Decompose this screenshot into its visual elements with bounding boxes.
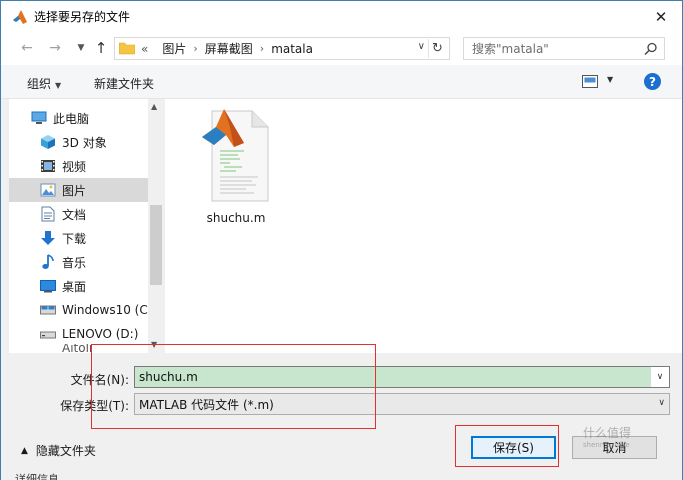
matlab-file-icon [202, 109, 269, 202]
crumb-separator-icon[interactable]: › [193, 42, 197, 55]
help-button[interactable]: ? [644, 73, 661, 90]
computer-icon [31, 110, 47, 126]
pictures-icon [40, 182, 56, 198]
file-item-shuchu[interactable]: shuchu.m [186, 107, 284, 227]
address-dropdown-icon[interactable]: ∨ [418, 41, 425, 52]
nav-item-label: 此电脑 [53, 111, 90, 126]
nav-item-videos[interactable]: 视频 [40, 154, 164, 178]
window-title: 选择要另存的文件 [34, 10, 131, 24]
hide-folders-button[interactable]: ▲ 隐藏文件夹 [21, 442, 96, 459]
nav-item-desktop[interactable]: 桌面 [40, 274, 164, 298]
nav-item-documents[interactable]: 文档 [40, 202, 164, 226]
search-box[interactable]: 搜索"matala" [463, 37, 665, 60]
folder-icon [119, 42, 135, 55]
title-bar: 选择要另存的文件 ✕ [1, 1, 682, 32]
nav-item-music[interactable]: 音乐 [40, 250, 164, 274]
filename-value[interactable]: shuchu.m [139, 370, 198, 384]
breadcrumb-item-screenshots[interactable]: 屏幕截图 [205, 40, 253, 57]
search-icon[interactable] [644, 42, 658, 56]
filetype-value: MATLAB 代码文件 (*.m) [139, 397, 274, 412]
document-icon [40, 206, 56, 222]
file-list-pane: shuchu.m [165, 99, 682, 353]
view-dropdown-icon[interactable]: ▼ [607, 75, 613, 84]
back-button[interactable]: ← [17, 39, 37, 57]
download-icon [40, 230, 56, 246]
crumb-separator-icon[interactable]: › [260, 42, 264, 55]
breadcrumb-overflow[interactable]: « [141, 42, 148, 56]
search-input[interactable]: 搜索"matala" [472, 40, 549, 57]
view-options-icon[interactable] [582, 75, 598, 88]
command-bar: 组织 ▼ 新建文件夹 ▼ ? [1, 65, 682, 99]
navigation-bar: ← → ▼ ↑ « 图片 › 屏幕截图 › matala ∨ ↻ 搜索"mata… [1, 32, 682, 65]
recent-locations-button[interactable]: ▼ [71, 39, 91, 57]
organize-button[interactable]: 组织 ▼ [27, 75, 61, 92]
address-bar[interactable]: « 图片 › 屏幕截图 › matala ∨ ↻ [114, 37, 450, 60]
nav-item-label: 图片 [62, 183, 87, 198]
close-icon: ✕ [654, 8, 668, 26]
new-folder-button[interactable]: 新建文件夹 [94, 75, 154, 92]
drive-d-icon [40, 326, 56, 342]
filetype-select[interactable]: MATLAB 代码文件 (*.m) ∨ [134, 393, 670, 415]
navigation-pane: 此电脑 3D 对象 视频 图片 文档 下载 音乐 桌面 Windows10 (C… [9, 99, 164, 353]
filename-field[interactable]: shuchu.m ∨ [134, 366, 670, 388]
chevron-down-icon: ▼ [77, 43, 85, 53]
scroll-up-icon[interactable]: ▲ [151, 102, 157, 111]
chevron-down-icon: ▼ [55, 81, 62, 90]
nav-item-label: 3D 对象 [62, 135, 107, 150]
nav-item-label: 下载 [62, 231, 87, 246]
save-form: 文件名(N): shuchu.m ∨ 保存类型(T): MATLAB 代码文件 … [1, 353, 682, 480]
filetype-label: 保存类型(T): [60, 399, 129, 413]
watermark: 什么值得 [583, 426, 632, 440]
nav-item-label: Windows10 (C: [62, 303, 152, 317]
file-name: shuchu.m [206, 211, 266, 225]
refresh-icon: ↻ [432, 41, 443, 56]
video-icon [40, 158, 56, 174]
scrollbar-thumb[interactable] [150, 205, 162, 285]
scroll-down-icon[interactable]: ▼ [151, 340, 157, 349]
watermark-sub: shenmezhide [583, 441, 630, 449]
nav-item-3d-objects[interactable]: 3D 对象 [40, 130, 164, 154]
up-button[interactable]: ↑ [91, 39, 111, 57]
nav-item-downloads[interactable]: 下载 [40, 226, 164, 250]
save-dialog: 选择要另存的文件 ✕ ← → ▼ ↑ « 图片 › 屏幕截图 › matala … [0, 0, 683, 480]
refresh-button[interactable]: ↻ [428, 39, 446, 58]
navigation-scrollbar[interactable]: ▲ ▼ [148, 99, 164, 353]
matlab-icon [13, 9, 27, 24]
music-icon [40, 254, 56, 270]
save-button[interactable]: 保存(S) [471, 436, 556, 459]
hide-folders-label: 隐藏文件夹 [35, 444, 96, 458]
filename-label: 文件名(N): [70, 373, 129, 387]
desktop-icon [40, 278, 56, 294]
forward-button[interactable]: → [45, 39, 65, 57]
filename-dropdown-icon[interactable]: ∨ [651, 367, 669, 387]
breadcrumb-item-matala[interactable]: matala [271, 42, 313, 56]
nav-item-this-pc[interactable]: 此电脑 [31, 106, 164, 130]
breadcrumb-item-pictures[interactable]: 图片 [162, 40, 186, 57]
nav-item-label: 音乐 [62, 255, 87, 270]
nav-item-label: 桌面 [62, 279, 87, 294]
nav-item-label: Aitoli [62, 344, 93, 353]
arrow-left-icon: ← [21, 40, 33, 56]
details-label: 详细信息 [15, 473, 59, 480]
arrow-up-icon: ↑ [94, 39, 108, 57]
nav-item-drive-c[interactable]: Windows10 (C: [40, 298, 156, 322]
drive-c-icon [40, 302, 56, 318]
nav-item-label: 文档 [62, 207, 87, 222]
nav-item-label: 视频 [62, 159, 87, 174]
nav-item-drive-d[interactable]: LENOVO (D:) [40, 322, 164, 346]
nav-item-pictures[interactable]: 图片 [9, 178, 148, 202]
3d-objects-icon [40, 134, 56, 150]
arrow-right-icon: → [49, 40, 61, 56]
nav-item-label: LENOVO (D:) [62, 327, 139, 341]
organize-label: 组织 [27, 77, 52, 91]
chevron-up-icon: ▲ [21, 445, 28, 456]
chevron-down-icon: ∨ [658, 398, 665, 408]
close-button[interactable]: ✕ [650, 6, 672, 28]
